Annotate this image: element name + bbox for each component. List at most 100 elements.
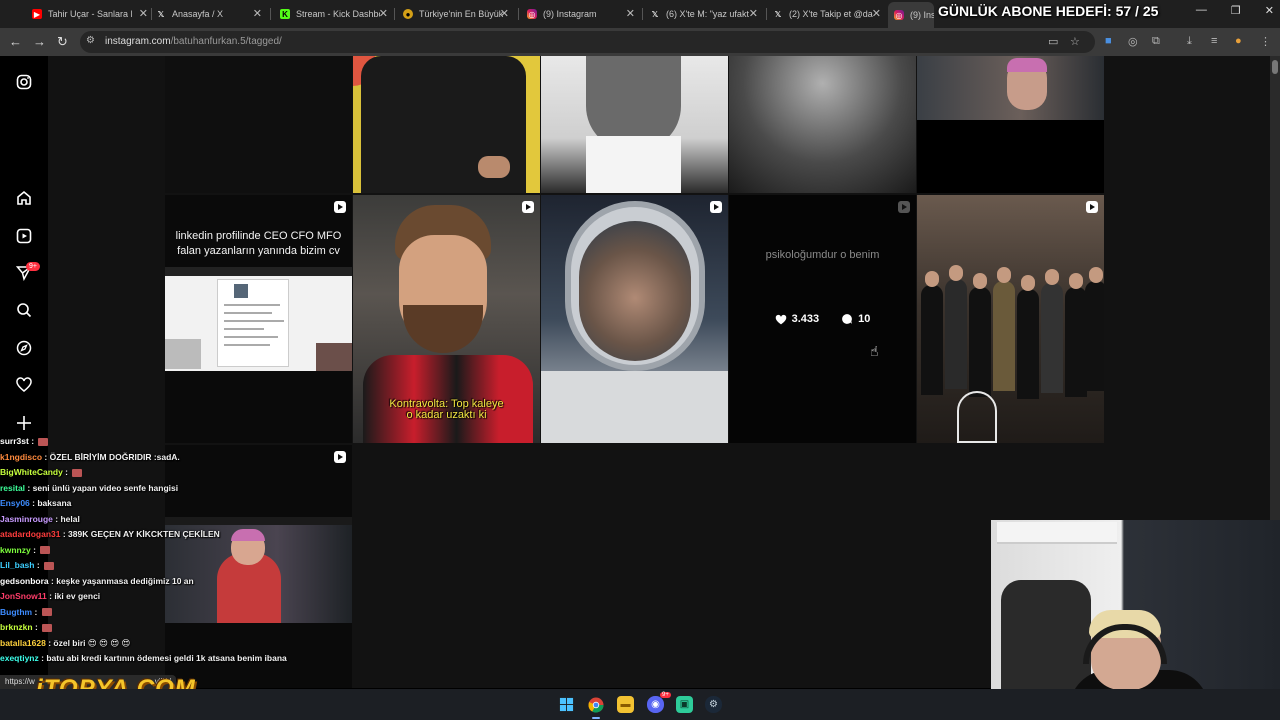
chat-text: 389K GEÇEN AY KİKCKTEN ÇEKİLEN — [68, 529, 220, 539]
home-icon[interactable] — [15, 189, 33, 207]
emote-icon — [44, 561, 55, 570]
post-tile[interactable] — [541, 56, 728, 193]
reels-icon[interactable] — [15, 227, 33, 245]
minimize-icon[interactable]: — — [1196, 4, 1207, 17]
file-explorer-icon[interactable]: ▬ — [617, 696, 634, 713]
reel-subtitle: Kontravolta: Top kaleye o kadar uzaktı k… — [353, 399, 540, 421]
reel-tile[interactable] — [917, 195, 1104, 443]
tab-instagram-active[interactable]: ◎ (9) Insta — [888, 2, 934, 28]
reel-icon — [334, 451, 346, 463]
instagram-icon: ◎ — [894, 10, 904, 20]
chat-message: JonSnow11 : iki ev genci — [0, 591, 101, 601]
chat-message: surr3st : — [0, 434, 330, 450]
tab-x-home[interactable]: 𝕏 Anasayfa / X ✕ — [156, 4, 262, 24]
bookmark-star-icon[interactable]: ☆ — [1070, 35, 1080, 48]
download-icon[interactable]: ⤓ — [1187, 35, 1192, 48]
tab-kick[interactable]: K Stream - Kick Dashbo ✕ — [280, 4, 388, 24]
chat-text: özel biri 😍 😍 😍 😍 — [53, 637, 131, 648]
url-path: /batuhanfurkan.5/tagged/ — [170, 36, 282, 47]
x-icon: 𝕏 — [157, 9, 165, 19]
tab-x-follow[interactable]: 𝕏 (2) X'te Takip et @da ✕ — [773, 4, 881, 24]
post-tile[interactable] — [917, 56, 1104, 193]
tab-title: (6) X'te M: "yaz ufakt — [666, 9, 749, 19]
chat-message: batalla1628 : özel biri 😍 😍 😍 😍 — [0, 637, 131, 648]
profile-avatar-icon[interactable]: ● — [1235, 35, 1242, 47]
app-icon[interactable]: ▣ — [676, 696, 693, 713]
emote-icon — [40, 546, 51, 555]
chrome-icon[interactable] — [587, 696, 604, 713]
heart-icon[interactable] — [15, 376, 33, 394]
chat-username: gedsonbora — [0, 575, 49, 586]
scrollbar-thumb[interactable] — [1272, 60, 1278, 74]
chat-username: Jasminrouge — [0, 513, 53, 524]
windows-start-icon[interactable] — [558, 696, 575, 713]
tab-close-icon[interactable]: ✕ — [500, 7, 509, 20]
reel-tile[interactable]: linkedin profilinde CEO CFO MFO falan ya… — [165, 195, 352, 443]
comments-count: 10 — [858, 313, 871, 325]
chat-message: Lil_bash : — [0, 558, 330, 574]
kick-icon: K — [280, 9, 290, 19]
discord-icon[interactable]: ◉ — [647, 696, 664, 713]
likes-count: 3.433 — [791, 313, 820, 325]
chat-username: surr3st — [0, 436, 29, 446]
browser-menu-icon[interactable]: ⋮ — [1260, 35, 1271, 48]
forward-arrow-icon[interactable]: → — [33, 34, 46, 49]
tab-title: Stream - Kick Dashbo — [296, 9, 380, 19]
cv-screenshot — [165, 267, 352, 371]
create-icon[interactable] — [15, 414, 33, 432]
extension-icon[interactable]: ◎ — [1128, 35, 1138, 48]
tab-close-icon[interactable]: ✕ — [379, 7, 388, 20]
tab-tr-site[interactable]: ● Türkiye'nin En Büyük ✕ — [403, 4, 509, 24]
tab-close-icon[interactable]: ✕ — [626, 7, 635, 20]
chat-message: Jasminrouge : helal — [0, 513, 80, 524]
extensions-puzzle-icon[interactable]: ⧉ — [1152, 35, 1160, 48]
chat-username: JonSnow11 — [0, 591, 47, 601]
tab-youtube[interactable]: ▶ Tahir Uçar - Sanlara E ✕ — [32, 4, 148, 24]
site-info-icon[interactable]: ⚙ — [86, 35, 98, 47]
tr-site-icon: ● — [403, 9, 413, 19]
reading-list-icon[interactable]: ≡ — [1211, 35, 1217, 47]
explore-icon[interactable] — [15, 339, 33, 357]
reel-tile[interactable] — [541, 195, 728, 443]
reel-icon — [898, 201, 910, 213]
reel-tile-hovered[interactable]: psikoloğumdur o benim 3.433 10 ☝ — [729, 195, 916, 443]
tab-title: Anasayfa / X — [172, 9, 224, 19]
instagram-logo-icon[interactable] — [15, 73, 33, 91]
reload-icon[interactable]: ↻ — [57, 34, 68, 50]
reel-tile[interactable]: Kontravolta: Top kaleye o kadar uzaktı k… — [353, 195, 540, 443]
tab-title: Tahir Uçar - Sanlara E — [48, 9, 132, 19]
tab-close-icon[interactable]: ✕ — [253, 7, 262, 20]
restore-icon[interactable]: ❐ — [1231, 4, 1241, 17]
tab-x-search[interactable]: 𝕏 (6) X'te M: "yaz ufakt ✕ — [650, 4, 758, 24]
reel-icon — [710, 201, 722, 213]
extension-icon[interactable]: ■ — [1105, 35, 1112, 47]
chat-text: batu abi kredi kartının ödemesi geldi 1k… — [46, 653, 287, 663]
post-tile[interactable] — [165, 56, 352, 193]
close-window-icon[interactable]: ✕ — [1265, 4, 1274, 17]
discord-badge: 9+ — [660, 692, 671, 698]
tab-instagram[interactable]: ◎ (9) Instagram ✕ — [527, 4, 635, 24]
notification-badge: 9+ — [26, 262, 40, 271]
x-icon: 𝕏 — [774, 9, 782, 19]
cast-icon[interactable]: ▭ — [1048, 35, 1058, 48]
url-domain: instagram.com — [105, 36, 171, 47]
browser-toolbar: ← → ↻ ⚙ instagram.com/batuhanfurkan.5/ta… — [0, 28, 1280, 56]
browser-tab-strip: ▶ Tahir Uçar - Sanlara E ✕ 𝕏 Anasayfa / … — [0, 0, 1280, 28]
tab-title: (9) Insta — [910, 10, 934, 20]
address-bar[interactable]: ⚙ instagram.com/batuhanfurkan.5/tagged/ … — [80, 31, 1095, 53]
tab-close-icon[interactable]: ✕ — [749, 7, 758, 20]
tab-close-icon[interactable]: ✕ — [139, 7, 148, 20]
chat-text: baksana — [37, 498, 72, 508]
steam-icon[interactable]: ⚙ — [705, 696, 722, 713]
back-arrow-icon[interactable]: ← — [9, 34, 22, 49]
post-tile[interactable] — [729, 56, 916, 193]
chat-message: atadardogan31 : 389K GEÇEN AY KİKCKTEN Ç… — [0, 529, 220, 539]
search-icon[interactable] — [15, 301, 33, 319]
reel-icon — [334, 201, 346, 213]
chat-message: k1ngdisco : ÖZEL BİRİYİM DOĞRIDIR :sadA. — [0, 451, 180, 462]
chat-message: exeqtiynz : batu abi kredi kartının ödem… — [0, 653, 287, 663]
tab-close-icon[interactable]: ✕ — [872, 7, 881, 20]
post-tile[interactable] — [353, 56, 540, 193]
instagram-icon: ◎ — [527, 9, 537, 19]
comment-filled-icon — [842, 314, 853, 324]
